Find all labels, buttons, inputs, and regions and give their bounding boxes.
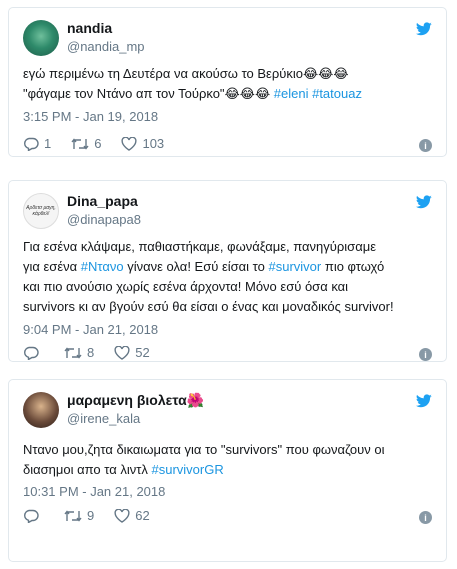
- author-handle[interactable]: @nandia_mp: [67, 39, 145, 54]
- tweet-text-line: γίνανε ολα! Εσύ είσαι το: [123, 259, 269, 274]
- author-name[interactable]: nandia: [67, 20, 112, 36]
- tweet-text-line: πιο φτωχό: [321, 259, 385, 274]
- retweet-count: 8: [87, 345, 95, 360]
- avatar-text: Αρδετσ μαγη, κάρθελ!: [26, 205, 56, 217]
- like-button[interactable]: 103: [121, 136, 164, 151]
- retweet-icon: [71, 137, 89, 150]
- author-name[interactable]: Dina_papa: [67, 193, 138, 209]
- info-icon[interactable]: i: [419, 139, 432, 152]
- tweet-card[interactable]: μαραμενη βιολετα🌺 @irene_kala Ντανο μου,…: [8, 379, 447, 562]
- like-icon: [121, 136, 137, 151]
- tweet-text-line: Για εσένα κλάψαμε, παθιαστήκαμε, φωνάξαμ…: [23, 239, 376, 254]
- avatar[interactable]: [23, 392, 59, 428]
- like-icon: [114, 345, 130, 360]
- tweet-text: εγώ περιμένω τη Δευτέρα να ακούσω το Βερ…: [23, 64, 438, 104]
- reply-icon: [24, 509, 39, 523]
- avatar[interactable]: Αρδετσ μαγη, κάρθελ!: [23, 193, 59, 229]
- tweet-text-line: διασημοι απο τα λιντλ: [23, 462, 152, 477]
- hashtag-link[interactable]: #tatouaz: [312, 86, 362, 101]
- reply-button[interactable]: [23, 509, 44, 523]
- timestamp[interactable]: 3:15 PM - Jan 19, 2018: [23, 109, 158, 124]
- tweet-card[interactable]: nandia @nandia_mp εγώ περιμένω τη Δευτέρ…: [8, 7, 447, 157]
- author-name[interactable]: μαραμενη βιολετα🌺: [67, 392, 204, 409]
- author-handle[interactable]: @dinapapa8: [67, 212, 141, 227]
- like-count: 103: [142, 136, 165, 151]
- retweet-count: 6: [94, 136, 102, 151]
- hashtag-link[interactable]: #survivorGR: [151, 462, 223, 477]
- like-count: 62: [135, 508, 150, 523]
- like-icon: [114, 508, 130, 523]
- twitter-bird-icon[interactable]: [416, 195, 432, 209]
- reply-button[interactable]: 1: [23, 136, 51, 151]
- retweet-icon: [64, 509, 82, 522]
- twitter-bird-icon[interactable]: [416, 22, 432, 36]
- author-handle[interactable]: @irene_kala: [67, 411, 140, 426]
- tweet-text-line: Ντανο μου,ζητα δικαιωματα για το "surviv…: [23, 442, 385, 457]
- hashtag-link[interactable]: #eleni: [274, 86, 309, 101]
- reply-count: 1: [44, 136, 52, 151]
- hashtag-link[interactable]: #survivor: [268, 259, 321, 274]
- tweet-card[interactable]: Αρδετσ μαγη, κάρθελ! Dina_papa @dinapapa…: [8, 180, 447, 362]
- retweet-button[interactable]: 9: [64, 508, 94, 523]
- tweet-text-line: survivors κι αν βγούν εσύ θα είσαι ο ένα…: [23, 299, 394, 314]
- tweet-text-line: "φάγαμε τον Ντάνο απ τον Τούρκο": [23, 86, 225, 101]
- action-bar: 8 52: [23, 345, 170, 360]
- like-button[interactable]: 62: [114, 508, 150, 523]
- info-icon[interactable]: i: [419, 511, 432, 524]
- tweet-text: Ντανο μου,ζητα δικαιωματα για το "surviv…: [23, 440, 438, 480]
- reply-button[interactable]: [23, 346, 44, 360]
- emoji-laughing: 😂😂😂: [224, 86, 271, 101]
- tweet-text-line: και πιο ανούσιο χωρίς εσένα άρχοντα! Μόν…: [23, 279, 349, 294]
- timestamp[interactable]: 10:31 PM - Jan 21, 2018: [23, 484, 165, 499]
- reply-icon: [24, 137, 39, 151]
- retweet-button[interactable]: 8: [64, 345, 94, 360]
- twitter-bird-icon[interactable]: [416, 394, 432, 408]
- reply-icon: [24, 346, 39, 360]
- hashtag-link[interactable]: #Ντανο: [81, 259, 124, 274]
- retweet-icon: [64, 346, 82, 359]
- action-bar: 1 6 103: [23, 136, 184, 151]
- emoji-laughing: 😂😂😂: [302, 66, 349, 81]
- info-icon[interactable]: i: [419, 348, 432, 361]
- retweet-button[interactable]: 6: [71, 136, 101, 151]
- tweet-text-line: εγώ περιμένω τη Δευτέρα να ακούσω το Βερ…: [23, 66, 303, 81]
- hibiscus-emoji: 🌺: [186, 392, 205, 408]
- retweet-count: 9: [87, 508, 95, 523]
- timestamp[interactable]: 9:04 PM - Jan 21, 2018: [23, 322, 158, 337]
- action-bar: 9 62: [23, 508, 170, 523]
- like-button[interactable]: 52: [114, 345, 150, 360]
- author-name-text: μαραμενη βιολετα: [67, 392, 187, 408]
- avatar[interactable]: [23, 20, 59, 56]
- like-count: 52: [135, 345, 150, 360]
- tweet-text: Για εσένα κλάψαμε, παθιαστήκαμε, φωνάξαμ…: [23, 237, 438, 317]
- tweet-text-line: για εσένα: [23, 259, 81, 274]
